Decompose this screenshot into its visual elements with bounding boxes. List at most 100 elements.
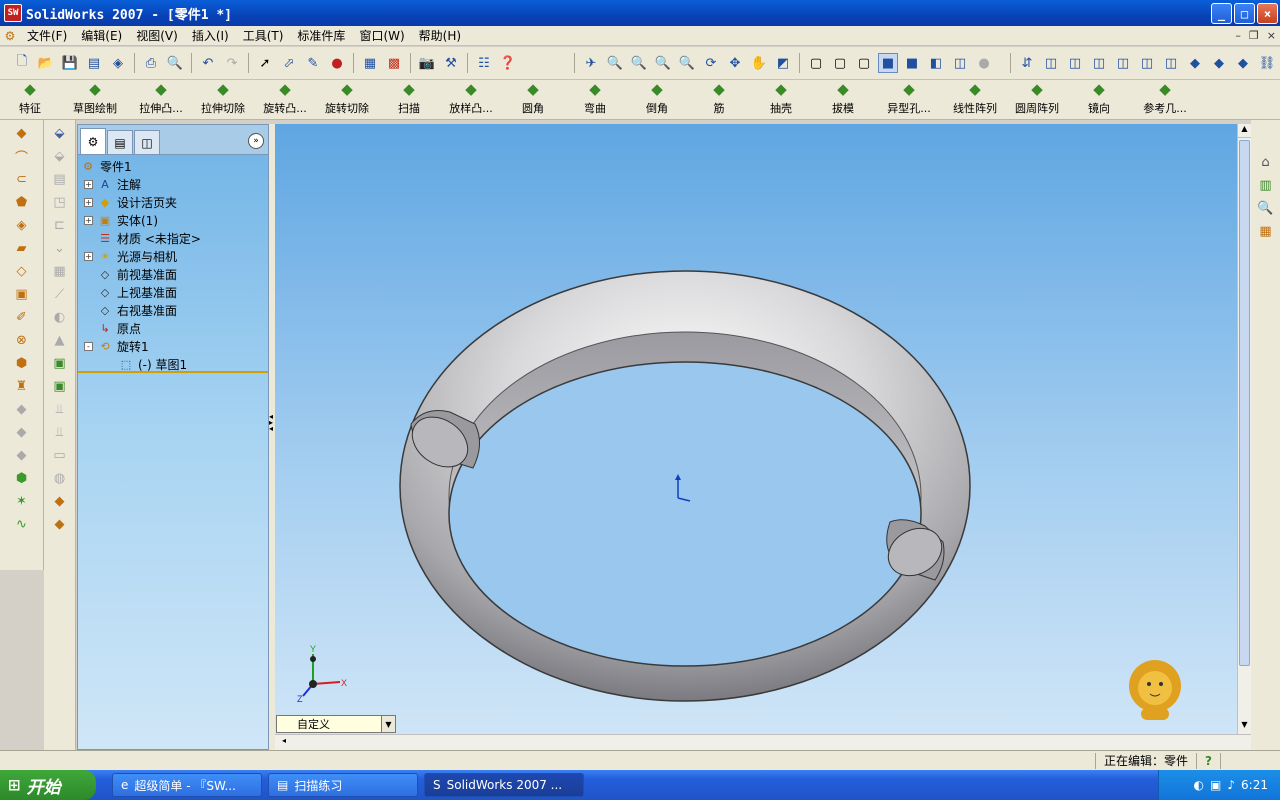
sketch-tool-7-icon[interactable]: ◇ xyxy=(12,261,32,281)
cmd-linear-pattern-button[interactable]: ◆ 线性阵列 xyxy=(944,80,1006,119)
help-icon[interactable]: ❓ xyxy=(498,53,518,73)
isometric-view-icon[interactable]: ◆ xyxy=(1185,53,1205,73)
tree-item[interactable]: ◇ 右视基准面 xyxy=(78,301,268,319)
tree-expander-icon[interactable]: + xyxy=(84,179,93,189)
sketch-tool-8-icon[interactable]: ▣ xyxy=(12,284,32,304)
cmd-circular-pattern-button[interactable]: ◆ 圆周阵列 xyxy=(1006,80,1068,119)
configuration-manager-tab[interactable]: ◫ xyxy=(134,130,160,154)
cmd-sweep-button[interactable]: ◆ 扫描 xyxy=(378,80,440,119)
select-other-icon[interactable]: ⬀ xyxy=(279,53,299,73)
sketch-tool-10-icon[interactable]: ⊗ xyxy=(12,330,32,350)
standard-views-icon[interactable]: ◩ xyxy=(773,53,793,73)
snapshot-icon[interactable]: 📷 xyxy=(417,53,437,73)
normal-to-icon[interactable]: ⇵ xyxy=(1017,53,1037,73)
solidworks-menu-icon[interactable]: ⚙ xyxy=(0,29,20,43)
chevron-down-icon[interactable]: ▼ xyxy=(381,716,395,732)
expand-panel-icon[interactable]: » xyxy=(248,133,264,149)
feature-tool-5-icon[interactable]: ⊏ xyxy=(50,215,70,235)
taskbar-item[interactable]: ▤ 扫描练习 xyxy=(268,773,418,797)
file-explorer-icon[interactable]: 🔍 xyxy=(1256,198,1276,218)
feature-tool-18-icon[interactable]: ◆ xyxy=(50,514,70,534)
property-manager-tab[interactable]: ▤ xyxy=(107,130,133,154)
view-orientation-select[interactable]: 自定义 ▼ xyxy=(276,715,396,733)
feature-tool-7-icon[interactable]: ▦ xyxy=(50,261,70,281)
feature-tool-11-icon[interactable]: ▣ xyxy=(50,353,70,373)
cmd-extrude-boss-button[interactable]: ◆ 拉伸凸... xyxy=(130,80,192,119)
menu-edit[interactable]: 编辑(E) xyxy=(74,27,129,44)
tree-item[interactable]: + ☀ 光源与相机 xyxy=(78,247,268,265)
feature-tool-16-icon[interactable]: ◍ xyxy=(50,468,70,488)
feature-tool-1-icon[interactable]: ⬙ xyxy=(50,123,70,143)
open-icon[interactable]: 📂 xyxy=(36,53,56,73)
rotate-icon[interactable]: ⟳ xyxy=(701,53,721,73)
spline-icon[interactable]: ∿ xyxy=(12,514,32,534)
menu-toolbox[interactable]: 标准件库 xyxy=(290,27,352,44)
feature-tool-3-icon[interactable]: ▤ xyxy=(50,169,70,189)
cmd-mirror-button[interactable]: ◆ 镜向 xyxy=(1068,80,1130,119)
scroll-up-icon[interactable]: ▲ xyxy=(1238,124,1251,138)
tree-item[interactable]: ↳ 原点 xyxy=(78,319,268,337)
cmd-flex-button[interactable]: ◆ 弯曲 xyxy=(564,80,626,119)
sketch-tool-9-icon[interactable]: ✐ xyxy=(12,307,32,327)
shaded-icon[interactable]: ■ xyxy=(902,53,922,73)
shadows-icon[interactable]: ◧ xyxy=(926,53,946,73)
cmd-fillet-button[interactable]: ◆ 圆角 xyxy=(502,80,564,119)
feature-manager-tab[interactable]: ⚙ xyxy=(80,128,106,154)
back-view-icon[interactable]: ◫ xyxy=(1065,53,1085,73)
scroll-left-icon[interactable]: ◂ xyxy=(277,736,291,749)
grid-options-icon[interactable]: ▦ xyxy=(360,53,380,73)
sketch-tool-16-icon[interactable]: ⬢ xyxy=(12,468,32,488)
rebuild-icon[interactable]: ● xyxy=(327,53,347,73)
sketch-tool-1-icon[interactable]: ◆ xyxy=(12,123,32,143)
feature-tool-2-icon[interactable]: ⬙ xyxy=(50,146,70,166)
close-button[interactable]: × xyxy=(1257,3,1278,24)
view-orientation-icon[interactable]: ✈ xyxy=(581,53,601,73)
cmd-revolve-boss-button[interactable]: ◆ 旋转凸... xyxy=(254,80,316,119)
sketch-tool-6-icon[interactable]: ▰ xyxy=(12,238,32,258)
zoom-area-icon[interactable]: 🔍 xyxy=(629,53,649,73)
graphics-area[interactable]: Y X Z xyxy=(275,124,1237,734)
taskbar-item[interactable]: S SolidWorks 2007 ... xyxy=(424,773,584,797)
cmd-revolve-cut-button[interactable]: ◆ 旋转切除 xyxy=(316,80,378,119)
cmd-chamfer-button[interactable]: ◆ 倒角 xyxy=(626,80,688,119)
cmd-loft-button[interactable]: ◆ 放样凸... xyxy=(440,80,502,119)
print-preview-icon[interactable]: 🔍 xyxy=(165,53,185,73)
feature-tool-6-icon[interactable]: ⌄ xyxy=(50,238,70,258)
solidworks-app-icon[interactable]: SW xyxy=(4,4,22,22)
design-library-icon[interactable]: ▥ xyxy=(1256,175,1276,195)
front-view-icon[interactable]: ◫ xyxy=(1041,53,1061,73)
save-icon[interactable]: 💾 xyxy=(60,53,80,73)
zoom-selection-icon[interactable]: 🔍 xyxy=(677,53,697,73)
taskbar-item[interactable]: e 超级简单 - 『SW... xyxy=(112,773,262,797)
top-view-icon[interactable]: ◫ xyxy=(1137,53,1157,73)
dimetric-view-icon[interactable]: ◆ xyxy=(1233,53,1253,73)
rollback-bar[interactable] xyxy=(78,371,268,373)
tree-item[interactable]: + A 注解 xyxy=(78,175,268,193)
minimize-button[interactable]: _ xyxy=(1211,3,1232,24)
torus-model[interactable] xyxy=(399,270,971,702)
feature-tool-8-icon[interactable]: ⟋ xyxy=(50,284,70,304)
smart-dimension-icon[interactable]: ✶ xyxy=(12,491,32,511)
sketch-tool-15-icon[interactable]: ◆ xyxy=(12,445,32,465)
cmd-reference-geometry-button[interactable]: ◆ 参考几... xyxy=(1130,80,1200,119)
tree-expander-icon[interactable]: - xyxy=(84,341,93,351)
scroll-thumb[interactable] xyxy=(1239,140,1250,666)
tools-icon[interactable]: ⚒ xyxy=(441,53,461,73)
new-icon[interactable]: 🗋 xyxy=(12,53,32,73)
shaded-edges-icon[interactable]: ■ xyxy=(878,53,898,73)
feature-tool-4-icon[interactable]: ◳ xyxy=(50,192,70,212)
doc-minimize-icon[interactable]: – xyxy=(1235,29,1241,42)
feature-tool-14-icon[interactable]: ⫫ xyxy=(50,422,70,442)
network-icon[interactable]: ▣ xyxy=(1210,778,1221,792)
tree-item[interactable]: ◇ 上视基准面 xyxy=(78,283,268,301)
bottom-view-icon[interactable]: ◫ xyxy=(1161,53,1181,73)
doc-close-icon[interactable]: × xyxy=(1267,29,1276,42)
properties-icon[interactable]: ☷ xyxy=(474,53,494,73)
cmd-sketch-button[interactable]: ◆ 草图绘制 xyxy=(60,80,130,119)
sketch-tool-13-icon[interactable]: ◆ xyxy=(12,399,32,419)
tree-root[interactable]: ⚙ 零件1 xyxy=(78,157,268,175)
sketch-tool-4-icon[interactable]: ⬟ xyxy=(12,192,32,212)
feature-tool-13-icon[interactable]: ⫫ xyxy=(50,399,70,419)
sketch-tool-14-icon[interactable]: ◆ xyxy=(12,422,32,442)
menu-file[interactable]: 文件(F) xyxy=(20,27,74,44)
